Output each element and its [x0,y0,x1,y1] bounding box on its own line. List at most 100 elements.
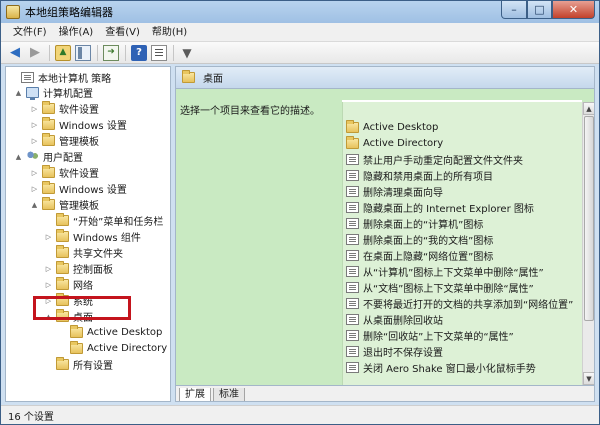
scrollbar-thumb[interactable] [584,116,594,321]
list-item[interactable]: 禁止用户手动重定向配置文件文件夹 [343,151,582,167]
tree-item-windows-components[interactable]: ▷ Windows 组件 [44,229,141,244]
list-item[interactable]: 删除桌面上的“我的文档”图标 [343,231,582,247]
properties-icon[interactable] [151,44,167,61]
folder-icon [56,261,69,274]
scroll-up-arrow-icon[interactable]: ▲ [583,102,594,115]
expand-arrow-icon[interactable]: ▷ [30,169,39,177]
list-item[interactable]: 不要将最近打开的文档的共享添加到“网络位置” [343,295,582,311]
menu-help[interactable]: 帮助(H) [146,23,193,42]
tree-item-computer-config[interactable]: ▲ 计算机配置 [14,85,93,100]
up-folder-icon[interactable]: ▲ [55,44,71,61]
maximize-button[interactable]: □ [527,1,552,19]
tree-item-label: “开始”菜单和任务栏 [73,217,164,228]
details-title: 桌面 [203,74,223,85]
list-item-label: 从桌面删除回收站 [363,315,443,327]
tree-item-user-config[interactable]: ▲ 用户配置 [14,149,83,164]
help-icon[interactable]: ? [131,44,147,61]
list-item[interactable]: 隐藏桌面上的 Internet Explorer 图标 [343,199,582,215]
tree-item-shared-folders[interactable]: 共享文件夹 [44,245,123,260]
list-item[interactable]: 隐藏和禁用桌面上的所有项目 [343,167,582,183]
list-item-label: 删除桌面上的“我的文档”图标 [363,235,494,247]
tree-item-label: Active Desktop [87,327,163,338]
list-item[interactable]: 在桌面上隐藏“网络位置”图标 [343,247,582,263]
list-item[interactable]: 从桌面删除回收站 [343,311,582,327]
toolbar-separator [49,44,50,61]
menu-view[interactable]: 查看(V) [99,23,146,42]
expand-arrow-icon[interactable]: ▷ [44,233,53,241]
close-button[interactable]: ✕ [552,1,595,19]
list-item[interactable]: Active Directory [343,135,582,151]
list-item[interactable]: 从“计算机”图标上下文菜单中删除“属性” [343,263,582,279]
list-item-label: 从“计算机”图标上下文菜单中删除“属性” [363,267,544,279]
list-item-label: Active Directory [363,137,444,149]
list-item[interactable]: 关闭 Aero Shake 窗口最小化鼠标手势 [343,359,582,375]
list-item[interactable]: 删除桌面上的“计算机”图标 [343,215,582,231]
settings-list: Active Desktop Active Directory 禁止用户手动重定… [342,102,582,385]
folder-icon [42,101,55,114]
list-item-label: 隐藏桌面上的 Internet Explorer 图标 [363,203,534,215]
tree-item-label: 用户配置 [43,153,83,164]
folder-icon [42,133,55,146]
list-item[interactable]: Active Desktop [343,119,582,135]
tree-item-software-settings[interactable]: ▷ 软件设置 [30,165,99,180]
show-hide-tree-icon[interactable] [75,44,91,61]
tree-item-active-desktop[interactable]: Active Desktop [58,325,162,340]
tree-item-local-computer-policy[interactable]: 本地计算机 策略 [9,70,111,85]
list-item[interactable]: 从“文档”图标上下文菜单中删除“属性” [343,279,582,295]
menu-bar: 文件(F) 操作(A) 查看(V) 帮助(H) [1,23,599,42]
tree-item-windows-settings[interactable]: ▷ Windows 设置 [30,117,127,132]
export-list-icon[interactable]: ➜ [103,44,119,61]
tree-item-active-directory[interactable]: Active Directory [58,341,167,356]
folder-icon [70,325,83,338]
policy-icon [346,233,359,245]
policy-icon [346,265,359,277]
menu-file[interactable]: 文件(F) [7,23,53,42]
tree-item-control-panel[interactable]: ▷ 控制面板 [44,261,113,276]
collapse-arrow-icon[interactable]: ▲ [14,89,23,97]
policy-icon [346,217,359,229]
folder-icon [56,213,69,226]
tree-item-admin-templates[interactable]: ▷ 管理模板 [30,133,99,148]
tree-item-all-settings[interactable]: 所有设置 [44,357,113,372]
tab-standard[interactable]: 标准 [213,388,245,401]
list-item-label: 删除桌面上的“计算机”图标 [363,219,484,231]
expand-arrow-icon[interactable]: ▷ [30,185,39,193]
expand-arrow-icon[interactable]: ▷ [30,105,39,113]
details-pane: 桌面 选择一个项目来查看它的描述。 设置 Active Desktop Acti… [175,66,595,402]
folder-icon [42,117,55,130]
minimize-button[interactable]: – [501,1,527,19]
forward-icon[interactable]: ▶ [27,45,43,61]
view-tabs: 扩展 标准 [176,385,594,401]
policy-icon [346,345,359,357]
policy-icon [346,185,359,197]
tree-item-start-menu-taskbar[interactable]: “开始”菜单和任务栏 [44,213,163,228]
collapse-arrow-icon[interactable]: ▲ [14,153,23,161]
folder-icon [56,357,69,370]
group-policy-editor-window: 本地组策略编辑器 – □ ✕ 文件(F) 操作(A) 查看(V) 帮助(H) ◀… [0,0,600,425]
tree-item-network[interactable]: ▷ 网络 [44,277,93,292]
tree-item-windows-settings[interactable]: ▷ Windows 设置 [30,181,127,196]
tab-extended[interactable]: 扩展 [179,388,211,401]
details-header: 桌面 [176,67,594,89]
policy-icon [346,313,359,325]
filter-icon[interactable]: ▼ [179,45,195,61]
tree-item-admin-templates[interactable]: ▲ 管理模板 [30,197,99,212]
expand-arrow-icon[interactable]: ▷ [44,281,53,289]
scroll-down-arrow-icon[interactable]: ▼ [583,372,594,385]
expand-arrow-icon[interactable]: ▷ [30,137,39,145]
tree-item-software-settings[interactable]: ▷ 软件设置 [30,101,99,116]
vertical-scrollbar[interactable]: ▲ ▼ [582,102,594,385]
expand-arrow-icon[interactable]: ▷ [30,121,39,129]
list-item[interactable]: 删除“回收站”上下文菜单的“属性” [343,327,582,343]
expand-arrow-icon[interactable]: ▷ [44,265,53,273]
list-item[interactable]: 删除清理桌面向导 [343,183,582,199]
tree-item-label: 所有设置 [73,361,113,372]
toolbar-separator [125,44,126,61]
description-text: 选择一个项目来查看它的描述。 [180,106,320,117]
list-item[interactable]: 退出时不保存设置 [343,343,582,359]
collapse-arrow-icon[interactable]: ▲ [30,201,39,209]
title-bar[interactable]: 本地组策略编辑器 – □ ✕ [1,1,599,23]
tree-item-label: Windows 设置 [59,121,127,132]
back-icon[interactable]: ◀ [7,45,23,61]
menu-action[interactable]: 操作(A) [53,23,100,42]
